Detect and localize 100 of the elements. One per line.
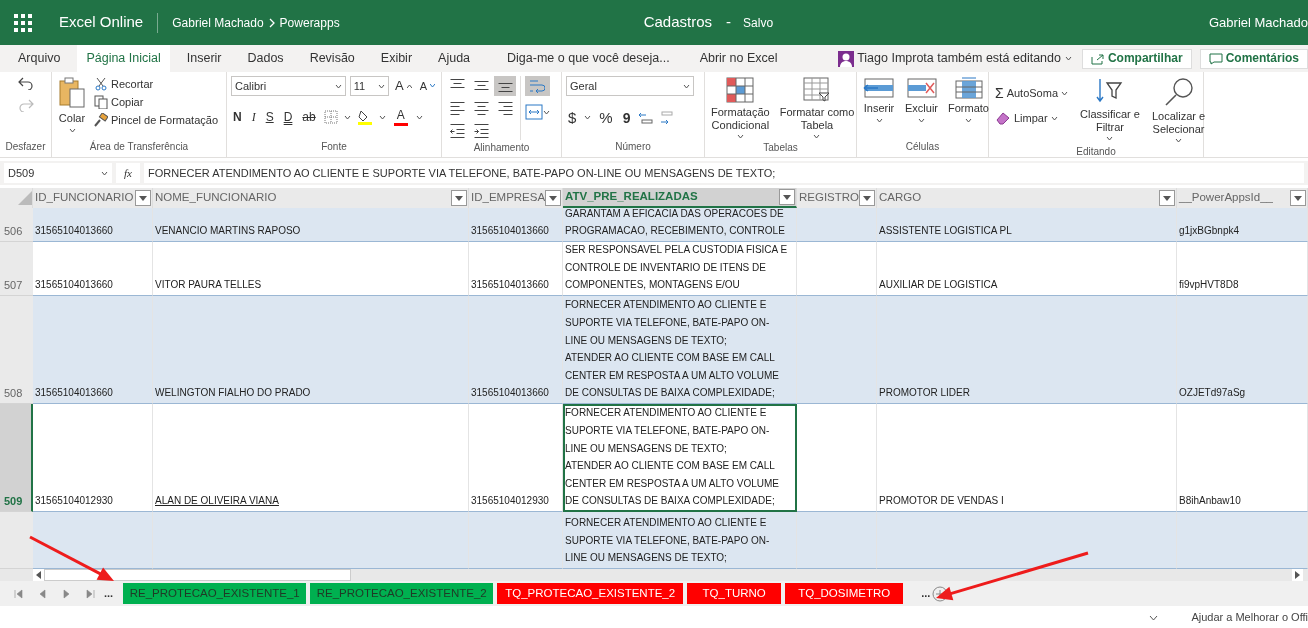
italic-button[interactable]: I	[249, 109, 258, 126]
format-as-table-button[interactable]: Formatar como Tabela	[777, 76, 857, 141]
strikethrough-button[interactable]: ab	[300, 109, 318, 126]
menu-tab[interactable]: Dados	[238, 45, 293, 72]
merge-cells-icon[interactable]	[525, 104, 543, 120]
table-cell[interactable]: g1jxBGbnpk4	[1177, 208, 1308, 242]
sheet-tab[interactable]: RE_PROTECAO_EXISTENTE_1	[123, 583, 307, 604]
column-header[interactable]: __PowerAppsId__	[1177, 188, 1308, 208]
user-name[interactable]: Gabriel Machado	[1209, 12, 1308, 33]
table-cell[interactable]	[469, 512, 563, 569]
share-button[interactable]: Compartilhar	[1081, 48, 1192, 69]
filter-dropdown-button[interactable]	[1290, 190, 1306, 206]
undo-icon[interactable]	[17, 76, 34, 90]
table-cell[interactable]: PROMOTOR LIDER	[877, 296, 1177, 404]
table-cell[interactable]: 31565104013660	[469, 208, 563, 242]
table-cell[interactable]	[877, 512, 1177, 569]
font-color-button[interactable]: A	[391, 108, 410, 127]
row-header[interactable]: 508	[0, 296, 33, 404]
find-select-button[interactable]: Localizar e Selecionar	[1149, 76, 1208, 145]
menu-tab[interactable]: Página Inicial	[77, 45, 170, 72]
table-cell[interactable]: FORNECER ATENDIMENTO AO CLIENTE E SUPORTE VIA TELEFONE, BATE-PAPO ON- LINE OU MENSAGENS DE TEXTO;	[563, 512, 797, 569]
sort-filter-button[interactable]: Classificar e Filtrar	[1078, 76, 1142, 145]
font-name-dropdown[interactable]: Calibri	[231, 76, 346, 96]
formula-field[interactable]: FORNECER ATENDIMENTO AO CLIENTE E SUPORTE VIA TELEFONE, BATE-PAPO ON-LINE OU MENSAGENS DE TEXTO;	[144, 163, 1304, 183]
menu-tab[interactable]: Inserir	[177, 45, 231, 72]
filter-dropdown-button[interactable]	[1159, 190, 1175, 206]
increase-font-button[interactable]: A	[393, 77, 414, 95]
more-sheets-button[interactable]: ...	[919, 586, 933, 601]
column-header[interactable]: CARGO	[877, 188, 1177, 208]
paste-button[interactable]: Colar	[56, 76, 88, 139]
menu-tab[interactable]: Ajuda	[429, 45, 480, 72]
number-format-dropdown[interactable]: Geral	[566, 76, 694, 96]
table-cell[interactable]	[797, 296, 877, 404]
table-cell[interactable]: 31565104013660	[469, 296, 563, 404]
insert-cells-button[interactable]: Inserir	[861, 76, 897, 139]
column-header[interactable]: REGISTRO	[797, 188, 877, 208]
delete-cells-button[interactable]: Excluir	[903, 76, 940, 139]
sheet-tab[interactable]: TQ_PROTECAO_EXISTENTE_2	[497, 583, 684, 604]
filter-dropdown-button[interactable]	[545, 190, 561, 206]
filter-dropdown-button[interactable]	[135, 190, 151, 206]
row-header[interactable]: 509	[0, 404, 33, 512]
format-cells-button[interactable]: Formato	[946, 76, 991, 139]
filter-dropdown-button[interactable]	[779, 189, 795, 205]
percent-button[interactable]: %	[597, 108, 615, 128]
table-cell[interactable]: 31565104013660	[33, 296, 153, 404]
table-cell[interactable]: OZJETd97aSg	[1177, 296, 1308, 404]
scroll-left-button[interactable]	[33, 569, 44, 581]
menu-tab[interactable]: Exibir	[371, 45, 422, 72]
table-cell[interactable]: FORNECER ATENDIMENTO AO CLIENTE E SUPORTE VIA TELEFONE, BATE-PAPO ON- LINE OU MENSAGENS DE TEXTO; ATENDER AO CLIENTE COM BASE EM CALL CENTER EM RESPOSTA A UM ALTO VOLUME DE CONSULTAS DE BAIXA COMPLEXIDADE;	[563, 404, 797, 512]
feedback-link[interactable]: Ajudar a Melhorar o Offi	[1191, 609, 1308, 626]
menu-tab[interactable]: Arquivo	[9, 45, 70, 72]
copy-button[interactable]: Copiar	[92, 94, 220, 110]
row-header[interactable]: 507	[0, 242, 33, 296]
underline-button[interactable]: S	[263, 109, 276, 126]
filter-dropdown-button[interactable]	[451, 190, 467, 206]
column-header[interactable]: ID_EMPRESA	[469, 188, 563, 208]
format-painter-button[interactable]: Pincel de Formatação	[92, 112, 220, 128]
table-cell[interactable]: 31565104013660	[33, 208, 153, 242]
table-cell[interactable]	[797, 208, 877, 242]
add-sheet-icon[interactable]	[932, 585, 949, 602]
more-sheets-button[interactable]: ...	[102, 586, 116, 601]
sheet-tab[interactable]: RE_PROTECAO_EXISTENTE_2	[310, 583, 494, 604]
column-header[interactable]: NOME_FUNCIONARIO	[153, 188, 469, 208]
double-underline-button[interactable]: D	[281, 109, 295, 126]
conditional-formatting-button[interactable]: Formatação Condicional	[709, 76, 772, 141]
column-header[interactable]: ID_FUNCIONARIO	[33, 188, 153, 208]
currency-button[interactable]: $	[566, 108, 579, 128]
table-cell[interactable]	[153, 512, 469, 569]
open-in-desktop-link[interactable]: Abrir no Excel	[699, 49, 778, 68]
app-launcher-icon[interactable]	[14, 13, 32, 32]
menu-tab[interactable]: Revisão	[300, 45, 364, 72]
row-header[interactable]: 506	[0, 208, 33, 242]
breadcrumb-link[interactable]: Powerapps	[279, 13, 340, 32]
sheet-tab[interactable]: TQ_DOSIMETRO	[785, 583, 904, 604]
filter-dropdown-button[interactable]	[859, 190, 875, 206]
table-cell[interactable]: GARANTAM A EFICACIA DAS OPERACOES DE PROGRAMACAO, RECEBIMENTO, CONTROLE	[563, 208, 797, 242]
comma-style-button[interactable]: 9	[620, 108, 633, 127]
table-cell[interactable]: FORNECER ATENDIMENTO AO CLIENTE E SUPORTE VIA TELEFONE, BATE-PAPO ON- LINE OU MENSAGENS DE TEXTO; ATENDER AO CLIENTE COM BASE EM CALL CENTER EM RESPOSTA A UM ALTO VOLUME DE CONSULTAS DE BAIXA COMPLEXIDADE;	[563, 296, 797, 404]
comments-button[interactable]: Comentários	[1199, 48, 1308, 69]
scrollbar-thumb[interactable]	[44, 569, 351, 581]
sheet-tab[interactable]: TQ_TURNO	[687, 583, 782, 604]
table-cell[interactable]	[33, 512, 153, 569]
table-cell[interactable]	[797, 512, 877, 569]
tell-me-search[interactable]: Diga-me o que você deseja...	[507, 49, 670, 68]
bold-button[interactable]: N	[231, 109, 244, 126]
table-cell[interactable]: ASSISTENTE LOGISTICA PL	[877, 208, 1177, 242]
chevron-down-icon[interactable]	[1149, 614, 1159, 621]
clear-button[interactable]: Limpar	[993, 110, 1071, 127]
breadcrumb-link[interactable]: Gabriel Machado	[172, 13, 264, 32]
cut-button[interactable]: Recortar	[92, 76, 220, 92]
decrease-font-button[interactable]: A	[417, 78, 437, 94]
scroll-right-button[interactable]	[1292, 569, 1303, 581]
table-cell[interactable]: WELINGTON FIALHO DO PRADO	[153, 296, 469, 404]
column-header[interactable]: ATV_PRE_REALIZADAS	[563, 188, 797, 208]
fill-color-icon[interactable]	[356, 109, 373, 126]
name-box[interactable]: D509	[4, 163, 112, 183]
table-cell[interactable]	[1177, 512, 1308, 569]
app-name[interactable]: Excel Online	[59, 11, 144, 34]
table-cell[interactable]: VENANCIO MARTINS RAPOSO	[153, 208, 469, 242]
align-bottom-button[interactable]	[494, 76, 516, 96]
